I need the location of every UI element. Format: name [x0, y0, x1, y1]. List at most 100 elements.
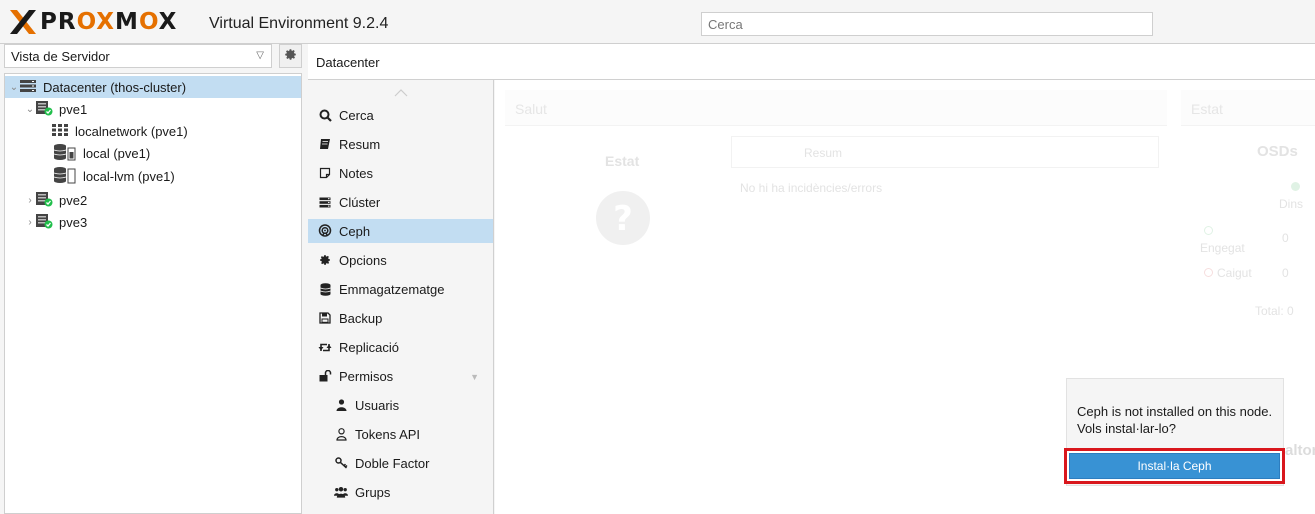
- nav-item-label: Opcions: [339, 252, 387, 268]
- nav-item-storage[interactable]: Emmagatzematge: [308, 277, 493, 301]
- nav-item-label: Permisos: [339, 368, 394, 384]
- nav-item-two-factor[interactable]: Doble Factor: [308, 451, 493, 475]
- dialog-message: Ceph is not installed on this node. Vols…: [1077, 403, 1282, 437]
- partial-panel-title: altor: [1285, 442, 1315, 459]
- install-ceph-button[interactable]: Instal·la Ceph: [1064, 448, 1285, 484]
- gear-icon: [284, 48, 297, 64]
- top-header: PROXMOX Virtual Environment 9.2.4: [0, 0, 1315, 44]
- nav-item-users[interactable]: Usuaris: [308, 393, 493, 417]
- nav-item-groups[interactable]: Grups: [308, 480, 493, 504]
- nav-item-permissions[interactable]: Permisos ▼: [308, 364, 493, 388]
- nav-item-cluster[interactable]: Clúster: [308, 190, 493, 214]
- osd-down-value: 0: [1282, 266, 1289, 280]
- server-icon: [318, 195, 332, 209]
- nav-item-label: Backup: [339, 310, 383, 326]
- svg-text:?: ?: [613, 199, 633, 239]
- nav-item-notes[interactable]: Notes: [308, 161, 493, 185]
- nav-item-options[interactable]: Opcions: [308, 248, 493, 272]
- tree-item-label: pve1: [59, 101, 88, 117]
- tree-item-label: pve2: [59, 192, 88, 208]
- chevron-down-icon[interactable]: ⌄: [25, 104, 35, 115]
- osds-title: OSDs: [1257, 143, 1298, 160]
- install-ceph-button-label: Instal·la Ceph: [1069, 453, 1280, 479]
- key-icon: [334, 456, 348, 470]
- user-icon: [334, 398, 348, 412]
- tree-item-label: local-lvm (pve1): [83, 168, 175, 184]
- page-title: Datacenter: [308, 44, 1315, 80]
- product-version: Virtual Environment 9.2.4: [209, 15, 389, 32]
- datacenter-icon: [19, 79, 37, 96]
- nav-item-label: Usuaris: [355, 397, 400, 413]
- osd-up-status-icon: [1204, 226, 1213, 235]
- sdn-zone-icon: [51, 123, 69, 140]
- user-outline-icon: [334, 427, 348, 441]
- proxmox-wordmark: PROXMOX: [40, 9, 178, 35]
- book-icon: [318, 137, 332, 151]
- nav-item-label: Emmagatzematge: [339, 281, 445, 297]
- tree-item-localnetwork[interactable]: localnetwork (pve1): [5, 120, 301, 142]
- question-icon: ?: [595, 190, 651, 249]
- nav-item-label: Notes: [339, 165, 373, 181]
- osd-down-status-icon: [1204, 268, 1213, 277]
- summary-column-header: Resum: [804, 146, 843, 160]
- ceph-icon: [318, 224, 332, 238]
- node-online-icon: [35, 191, 53, 210]
- nav-item-search[interactable]: Cerca: [308, 103, 493, 127]
- resource-tree: ⌄ Datacenter (thos-cluster) ⌄ pve1 local…: [4, 73, 302, 514]
- summary-grid-header: Resum: [731, 136, 1159, 168]
- nav-item-label: Replicació: [339, 339, 399, 355]
- no-issues-text: No hi ha incidències/errors: [740, 181, 883, 195]
- node-online-icon: [35, 100, 53, 119]
- notes-icon: [318, 166, 332, 180]
- nav-item-label: Cerca: [339, 107, 374, 123]
- datacenter-menu: Cerca Resum Notes Clúster Ceph Opcions E…: [308, 80, 494, 514]
- nav-item-api-tokens[interactable]: Tokens API: [308, 422, 493, 446]
- nav-item-label: Doble Factor: [355, 455, 430, 471]
- osd-up-value: 0: [1282, 231, 1289, 245]
- view-selector[interactable]: Vista de Servidor ▽: [4, 44, 272, 68]
- chevron-down-icon[interactable]: ▼: [470, 372, 479, 382]
- tree-item-pve3[interactable]: › pve3: [5, 211, 301, 233]
- osd-total: Total: 0: [1255, 304, 1294, 318]
- proxmox-logo[interactable]: PROXMOX: [8, 8, 177, 36]
- chevron-right-icon[interactable]: ›: [25, 217, 35, 228]
- nav-item-backup[interactable]: Backup: [308, 306, 493, 330]
- database-icon: [318, 282, 332, 296]
- global-search-input[interactable]: [701, 12, 1153, 36]
- dialog-message-line: Vols instal·lar-lo?: [1077, 421, 1176, 436]
- tree-settings-button[interactable]: [279, 44, 302, 68]
- nav-item-summary[interactable]: Resum: [308, 132, 493, 156]
- health-panel-title: Salut: [505, 90, 1167, 126]
- chevron-down-icon: ▽: [256, 50, 264, 61]
- osd-up-label: Engegat: [1200, 241, 1245, 255]
- tree-item-pve2[interactable]: › pve2: [5, 189, 301, 211]
- tree-item-label: local (pve1): [83, 145, 151, 161]
- chevron-down-icon[interactable]: ⌄: [9, 82, 19, 93]
- chevron-right-icon[interactable]: ›: [25, 195, 35, 206]
- nav-item-replication[interactable]: Replicació: [308, 335, 493, 359]
- scroll-up-icon[interactable]: [394, 86, 408, 97]
- tree-item-pve1[interactable]: ⌄ pve1: [5, 98, 301, 120]
- tree-item-label: localnetwork (pve1): [75, 123, 188, 139]
- tree-item-local-storage[interactable]: local (pve1): [5, 142, 301, 164]
- nav-item-ceph[interactable]: Ceph: [308, 219, 493, 243]
- tree-item-label: pve3: [59, 214, 88, 230]
- users-icon: [334, 485, 348, 499]
- search-icon: [318, 108, 332, 122]
- tree-item-datacenter[interactable]: ⌄ Datacenter (thos-cluster): [5, 76, 301, 98]
- nav-item-label: Ceph: [339, 223, 371, 239]
- osd-down-label: Caigut: [1217, 266, 1252, 280]
- nav-item-label: Tokens API: [355, 426, 421, 442]
- storage-icon: [53, 166, 77, 187]
- tree-item-local-lvm-storage[interactable]: local-lvm (pve1): [5, 165, 301, 187]
- proxmox-x-logo-icon: [8, 9, 38, 35]
- retweet-icon: [318, 340, 332, 354]
- osd-in-label: Dins: [1279, 197, 1304, 211]
- gear-icon: [318, 253, 332, 267]
- dialog-message-line: Ceph is not installed on this node.: [1077, 404, 1273, 419]
- tree-item-label: Datacenter (thos-cluster): [43, 79, 187, 95]
- status-panel-title: Estat: [1181, 90, 1315, 126]
- storage-icon: [53, 143, 77, 164]
- view-selector-value: Vista de Servidor: [11, 48, 110, 64]
- nav-item-label: Resum: [339, 136, 381, 152]
